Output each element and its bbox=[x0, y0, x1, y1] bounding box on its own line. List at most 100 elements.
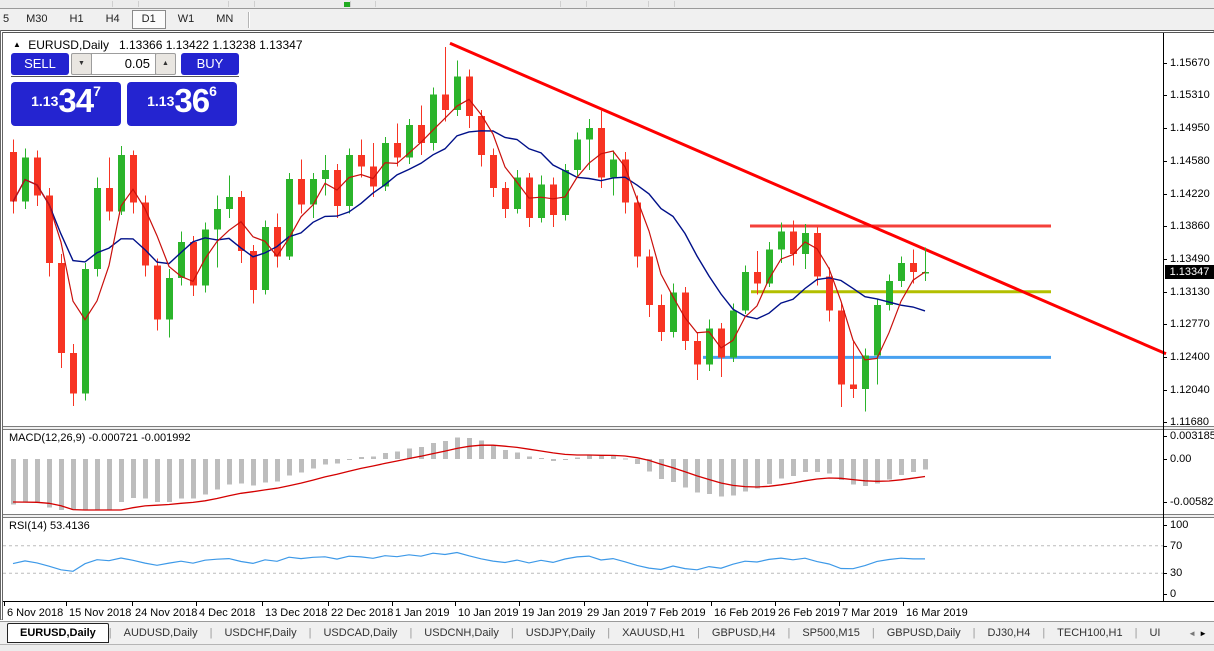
status-bar bbox=[0, 644, 1214, 651]
chart-tab-gbpusd-h4[interactable]: GBPUSD,H4 bbox=[700, 625, 788, 641]
sell-price-sup: 7 bbox=[93, 83, 101, 99]
chart-tab-sp500-m15[interactable]: SP500,M15 bbox=[790, 625, 871, 641]
toolbar-button-edge bbox=[674, 1, 675, 7]
toolbar-separator bbox=[248, 11, 250, 28]
upper-toolbar-sliver bbox=[0, 0, 1214, 9]
toolbar-button-edge bbox=[350, 1, 351, 7]
toolbar-button-edge bbox=[228, 1, 229, 7]
chart-tab-audusd-daily[interactable]: AUDUSD,Daily bbox=[112, 625, 210, 641]
toolbar-button-edge bbox=[138, 1, 139, 7]
chart-tab-usdjpy-daily[interactable]: USDJPY,Daily bbox=[514, 625, 608, 641]
date-tick bbox=[839, 602, 840, 606]
buy-price-prefix: 1.13 bbox=[147, 93, 175, 109]
tab-scroll-right-icon[interactable]: ► bbox=[1199, 629, 1210, 638]
chart-tab-gbpusd-daily[interactable]: GBPUSD,Daily bbox=[875, 625, 973, 641]
chart-symbol-label: EURUSD,Daily bbox=[28, 38, 109, 52]
sell-price-main: 34 bbox=[58, 82, 94, 119]
chart-tab-usdcnh-daily[interactable]: USDCNH,Daily bbox=[412, 625, 511, 641]
date-axis-label: 7 Mar 2019 bbox=[842, 607, 898, 619]
date-tick bbox=[903, 602, 904, 606]
toolbar-button-edge bbox=[112, 1, 113, 7]
timeframe-button-5[interactable]: 5 bbox=[1, 10, 14, 29]
toolbar-button-edge bbox=[586, 1, 587, 7]
timeframe-button-mn[interactable]: MN bbox=[206, 10, 243, 29]
chart-tab-overflow[interactable]: UI bbox=[1137, 625, 1162, 641]
buy-price-box[interactable]: 1.13366 bbox=[127, 82, 237, 126]
tab-scroll-arrows: ◄► bbox=[1188, 629, 1210, 638]
date-axis-label: 7 Feb 2019 bbox=[650, 607, 706, 619]
date-axis-label: 4 Dec 2018 bbox=[199, 607, 256, 619]
chart-tab-usdchf-daily[interactable]: USDCHF,Daily bbox=[212, 625, 308, 641]
chart-tab-bar: EURUSD,Daily | AUDUSD,Daily | USDCHF,Daily | U… bbox=[0, 621, 1214, 644]
date-axis-label: 1 Jan 2019 bbox=[395, 607, 450, 619]
date-axis-label: 15 Nov 2018 bbox=[69, 607, 132, 619]
trade-controls-row: SELL ▼ 0.05 ▲ BUY bbox=[11, 53, 239, 77]
date-axis-label: 6 Nov 2018 bbox=[7, 607, 64, 619]
rsi-line bbox=[12, 551, 925, 572]
date-tick bbox=[132, 602, 133, 606]
timeframe-button-m30[interactable]: M30 bbox=[16, 10, 57, 29]
date-tick bbox=[455, 602, 456, 606]
chart-tab-dj30-h4[interactable]: DJ30,H4 bbox=[976, 625, 1043, 641]
chart-tab-tech100-h1[interactable]: TECH100,H1 bbox=[1045, 625, 1134, 641]
chart-tab-eurusd-daily[interactable]: EURUSD,Daily bbox=[7, 623, 109, 643]
macd-panel[interactable]: MACD(12,26,9) -0.000721 -0.001992 bbox=[3, 430, 1214, 514]
timeframe-button-h4[interactable]: H4 bbox=[96, 10, 130, 29]
timeframe-toolbar: 5 M30 H1 H4 D1 W1 MN bbox=[0, 9, 1214, 31]
main-chart-panel[interactable]: ▲ EURUSD,Daily 1.13366 1.13422 1.13238 1… bbox=[3, 33, 1214, 426]
sell-price-prefix: 1.13 bbox=[31, 93, 59, 109]
toolbar-button-edge bbox=[375, 1, 376, 7]
date-tick bbox=[584, 602, 585, 606]
date-tick bbox=[647, 602, 648, 606]
timeframe-button-h1[interactable]: H1 bbox=[60, 10, 94, 29]
active-indicator-mark bbox=[344, 2, 350, 7]
volume-up-icon: ▲ bbox=[162, 60, 169, 67]
date-axis-label: 16 Feb 2019 bbox=[714, 607, 776, 619]
date-axis-label: 22 Dec 2018 bbox=[331, 607, 394, 619]
rsi-label: RSI(14) 53.4136 bbox=[9, 520, 90, 532]
date-tick bbox=[4, 602, 5, 606]
date-axis-label: 29 Jan 2019 bbox=[587, 607, 648, 619]
chart-window: ▲ EURUSD,Daily 1.13366 1.13422 1.13238 1… bbox=[0, 30, 1214, 624]
chart-tab-usdcad-daily[interactable]: USDCAD,Daily bbox=[311, 625, 409, 641]
date-tick bbox=[711, 602, 712, 606]
date-tick bbox=[519, 602, 520, 606]
tab-scroll-left-icon[interactable]: ◄ bbox=[1188, 629, 1199, 638]
sell-button[interactable]: SELL bbox=[11, 53, 69, 75]
date-axis-label: 24 Nov 2018 bbox=[135, 607, 198, 619]
volume-down-button[interactable]: ▼ bbox=[71, 53, 92, 75]
date-tick bbox=[66, 602, 67, 606]
date-axis-label: 19 Jan 2019 bbox=[522, 607, 583, 619]
date-axis-label: 10 Jan 2019 bbox=[458, 607, 519, 619]
date-tick bbox=[328, 602, 329, 606]
one-click-trading-panel: SELL ▼ 0.05 ▲ BUY 1.13347 1.13366 bbox=[11, 53, 239, 126]
chart-title: ▲ EURUSD,Daily 1.13366 1.13422 1.13238 1… bbox=[13, 38, 303, 52]
date-axis-label: 13 Dec 2018 bbox=[265, 607, 328, 619]
date-axis-label: 26 Feb 2019 bbox=[778, 607, 840, 619]
chart-tab-xauusd-h1[interactable]: XAUUSD,H1 bbox=[610, 625, 697, 641]
volume-down-icon: ▼ bbox=[78, 60, 85, 67]
buy-button[interactable]: BUY bbox=[181, 53, 239, 75]
toolbar-button-edge bbox=[254, 1, 255, 7]
volume-input[interactable]: 0.05 bbox=[91, 53, 156, 75]
chart-ohlc-values: 1.13366 1.13422 1.13238 1.13347 bbox=[118, 38, 303, 52]
macd-label: MACD(12,26,9) -0.000721 -0.001992 bbox=[9, 432, 191, 444]
macd-histogram bbox=[11, 437, 928, 510]
volume-up-button[interactable]: ▲ bbox=[155, 53, 176, 75]
sell-price-box[interactable]: 1.13347 bbox=[11, 82, 121, 126]
trading-terminal: 5 M30 H1 H4 D1 W1 MN ▲ EURUSD,Daily 1.13366 1.… bbox=[0, 0, 1214, 651]
rsi-canvas[interactable] bbox=[3, 518, 1214, 601]
date-tick bbox=[775, 602, 776, 606]
toolbar-button-edge bbox=[560, 1, 561, 7]
rsi-panel[interactable]: RSI(14) 53.4136 bbox=[3, 518, 1214, 601]
buy-price-sup: 6 bbox=[209, 83, 217, 99]
collapse-triangle-icon[interactable]: ▲ bbox=[13, 40, 21, 49]
date-tick bbox=[262, 602, 263, 606]
date-axis-label: 16 Mar 2019 bbox=[906, 607, 968, 619]
timeframe-button-w1[interactable]: W1 bbox=[168, 10, 205, 29]
toolbar-button-edge bbox=[648, 1, 649, 7]
buy-price-main: 36 bbox=[174, 82, 210, 119]
timeframe-button-d1[interactable]: D1 bbox=[131, 10, 166, 29]
date-tick bbox=[196, 602, 197, 606]
date-tick bbox=[392, 602, 393, 606]
